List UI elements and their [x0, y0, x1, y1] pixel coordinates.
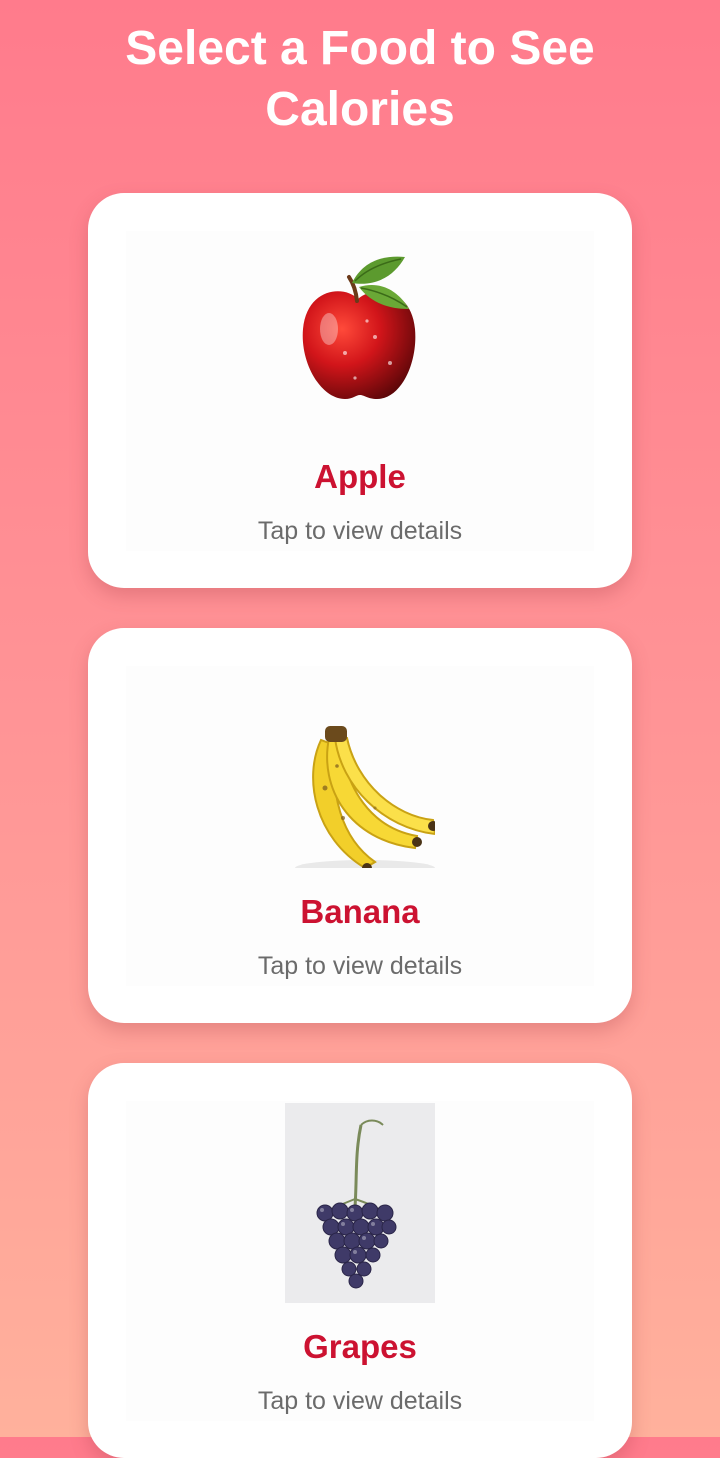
tap-hint: Tap to view details: [257, 952, 463, 980]
food-card-banana[interactable]: Banana Tap to view details: [88, 628, 632, 1023]
apple-image: [302, 256, 416, 399]
tap-hint: Tap to view details: [257, 517, 463, 545]
food-name: Banana: [300, 893, 420, 930]
page-title: Select a Food to See Calories: [125, 22, 595, 136]
food-card-apple[interactable]: Apple Tap to view details: [88, 193, 632, 588]
food-name: Apple: [314, 458, 406, 495]
banana-image: [295, 726, 435, 868]
tap-hint: Tap to view details: [257, 1387, 463, 1415]
food-card-grapes[interactable]: Grapes Tap to view details: [88, 1063, 632, 1458]
grapes-image: [285, 1103, 435, 1303]
food-name: Grapes: [303, 1328, 417, 1365]
